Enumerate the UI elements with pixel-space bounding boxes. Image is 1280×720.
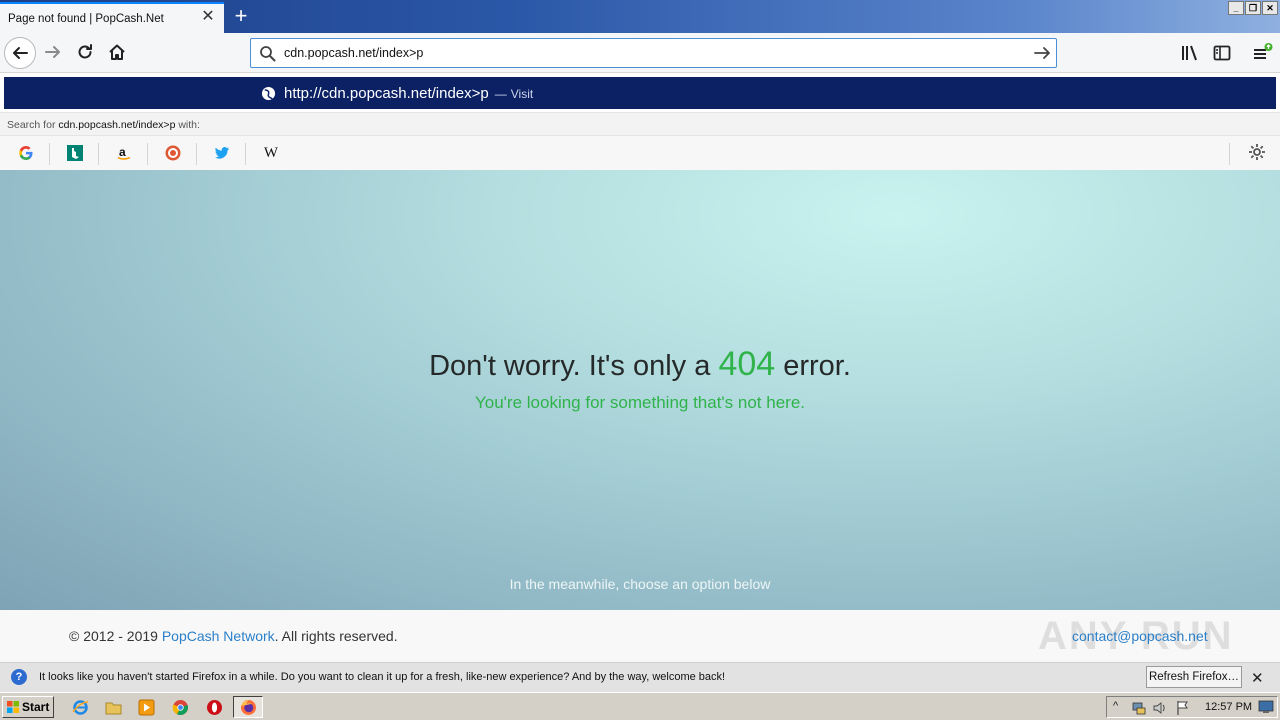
search-settings-button[interactable] xyxy=(1248,143,1266,164)
options-hint: In the meanwhile, choose an option below xyxy=(509,576,771,592)
hamburger-menu-icon xyxy=(1254,43,1273,59)
start-label: Start xyxy=(22,700,50,714)
window-controls: _ ❐ ✕ xyxy=(1228,1,1278,15)
library-icon xyxy=(1182,45,1197,61)
go-arrow-icon[interactable] xyxy=(1032,43,1052,66)
contact-email-link[interactable]: contact@popcash.net xyxy=(1072,628,1208,644)
firefox-taskbar-button[interactable] xyxy=(233,696,263,718)
sidebar-button[interactable] xyxy=(1208,39,1236,67)
copyright-text: © 2012 - 2019 PopCash Network. All right… xyxy=(69,628,398,644)
separator xyxy=(1229,143,1230,165)
wikipedia-icon[interactable]: W xyxy=(260,143,282,163)
file-explorer-icon[interactable] xyxy=(104,698,122,716)
refresh-notification-bar: ? It looks like you haven't started Fire… xyxy=(0,662,1280,692)
notification-text: It looks like you haven't started Firefo… xyxy=(39,671,726,683)
autocomplete-visit-row[interactable]: http://cdn.popcash.net/index>p — Visit xyxy=(4,77,1276,109)
question-icon: ? xyxy=(11,669,27,685)
title-bar: Page not found | PopCash.Net ✕ + _ ❐ ✕ xyxy=(0,0,1280,33)
home-button[interactable] xyxy=(102,37,132,67)
start-button[interactable]: Start xyxy=(2,696,54,718)
separator xyxy=(147,143,148,165)
reload-icon xyxy=(78,44,92,59)
tab-active[interactable]: Page not found | PopCash.Net ✕ xyxy=(0,2,224,33)
forward-button[interactable] xyxy=(38,37,68,67)
show-desktop-icon[interactable] xyxy=(1258,700,1274,714)
one-off-search-engines: a W xyxy=(0,136,1280,170)
volume-icon[interactable] xyxy=(1152,700,1168,716)
clock: 12:57 PM xyxy=(1205,701,1253,713)
screen: Page not found | PopCash.Net ✕ + _ ❐ ✕ c… xyxy=(0,0,1280,720)
twitter-icon[interactable] xyxy=(211,143,233,163)
menu-button[interactable] xyxy=(1248,39,1276,67)
error-code: 404 xyxy=(718,345,776,383)
media-player-icon[interactable] xyxy=(137,698,155,716)
library-button[interactable] xyxy=(1176,39,1204,67)
globe-icon xyxy=(261,86,276,104)
separator xyxy=(245,143,246,165)
popcash-network-link[interactable]: PopCash Network xyxy=(162,628,275,644)
refresh-firefox-button[interactable]: Refresh Firefox… xyxy=(1146,666,1242,688)
error-headline: Don't worry. It's only a 404 error. xyxy=(429,345,851,383)
navigation-toolbar: cdn.popcash.net/index>p xyxy=(0,33,1280,73)
separator xyxy=(98,143,99,165)
arrow-left-icon xyxy=(13,47,28,59)
reload-button[interactable] xyxy=(70,37,100,67)
duckduckgo-icon[interactable] xyxy=(162,143,184,163)
restore-button[interactable]: ❐ xyxy=(1245,1,1261,15)
firefox-icon xyxy=(241,700,256,715)
bing-icon[interactable] xyxy=(64,143,86,163)
sidebar-icon xyxy=(1213,45,1231,61)
chrome-icon[interactable] xyxy=(171,698,189,716)
autocomplete-url: http://cdn.popcash.net/index>p — Visit xyxy=(284,85,534,102)
google-icon[interactable] xyxy=(15,143,37,163)
minimize-button[interactable]: _ xyxy=(1228,1,1244,15)
url-bar[interactable]: cdn.popcash.net/index>p xyxy=(250,38,1057,68)
action-center-flag-icon[interactable] xyxy=(1175,700,1191,716)
windows-taskbar: Start ^ 12:57 PM xyxy=(0,692,1280,720)
url-input[interactable]: cdn.popcash.net/index>p xyxy=(284,46,423,60)
close-window-button[interactable]: ✕ xyxy=(1262,1,1278,15)
close-notification-button[interactable]: ✕ xyxy=(1251,669,1264,687)
system-tray: ^ 12:57 PM xyxy=(1106,696,1278,718)
gear-icon xyxy=(1249,144,1265,160)
arrow-right-icon xyxy=(45,46,60,58)
page-footer: ANY RUN © 2012 - 2019 PopCash Network. A… xyxy=(0,610,1280,662)
amazon-icon[interactable]: a xyxy=(113,143,135,163)
tab-title: Page not found | PopCash.Net xyxy=(8,12,164,25)
close-tab-button[interactable]: ✕ xyxy=(200,9,216,25)
back-button[interactable] xyxy=(4,37,36,69)
network-icon[interactable] xyxy=(1131,700,1147,716)
separator xyxy=(49,143,50,165)
svg-text:a: a xyxy=(119,145,126,159)
error-page-hero: Don't worry. It's only a 404 error. You'… xyxy=(0,170,1280,610)
url-autocomplete-popup: http://cdn.popcash.net/index>p — Visit Sea… xyxy=(0,73,1280,170)
error-subline: You're looking for something that's not … xyxy=(474,393,805,412)
home-icon xyxy=(109,44,125,60)
internet-explorer-icon[interactable] xyxy=(71,698,89,716)
new-tab-button[interactable]: + xyxy=(228,3,254,29)
search-for-label: Search for cdn.popcash.net/index>p with: xyxy=(0,112,1280,136)
windows-logo-icon xyxy=(7,701,19,713)
search-icon xyxy=(259,45,276,65)
opera-icon[interactable] xyxy=(205,698,223,716)
separator xyxy=(196,143,197,165)
show-hidden-icons-chevron-icon[interactable]: ^ xyxy=(1113,700,1118,712)
